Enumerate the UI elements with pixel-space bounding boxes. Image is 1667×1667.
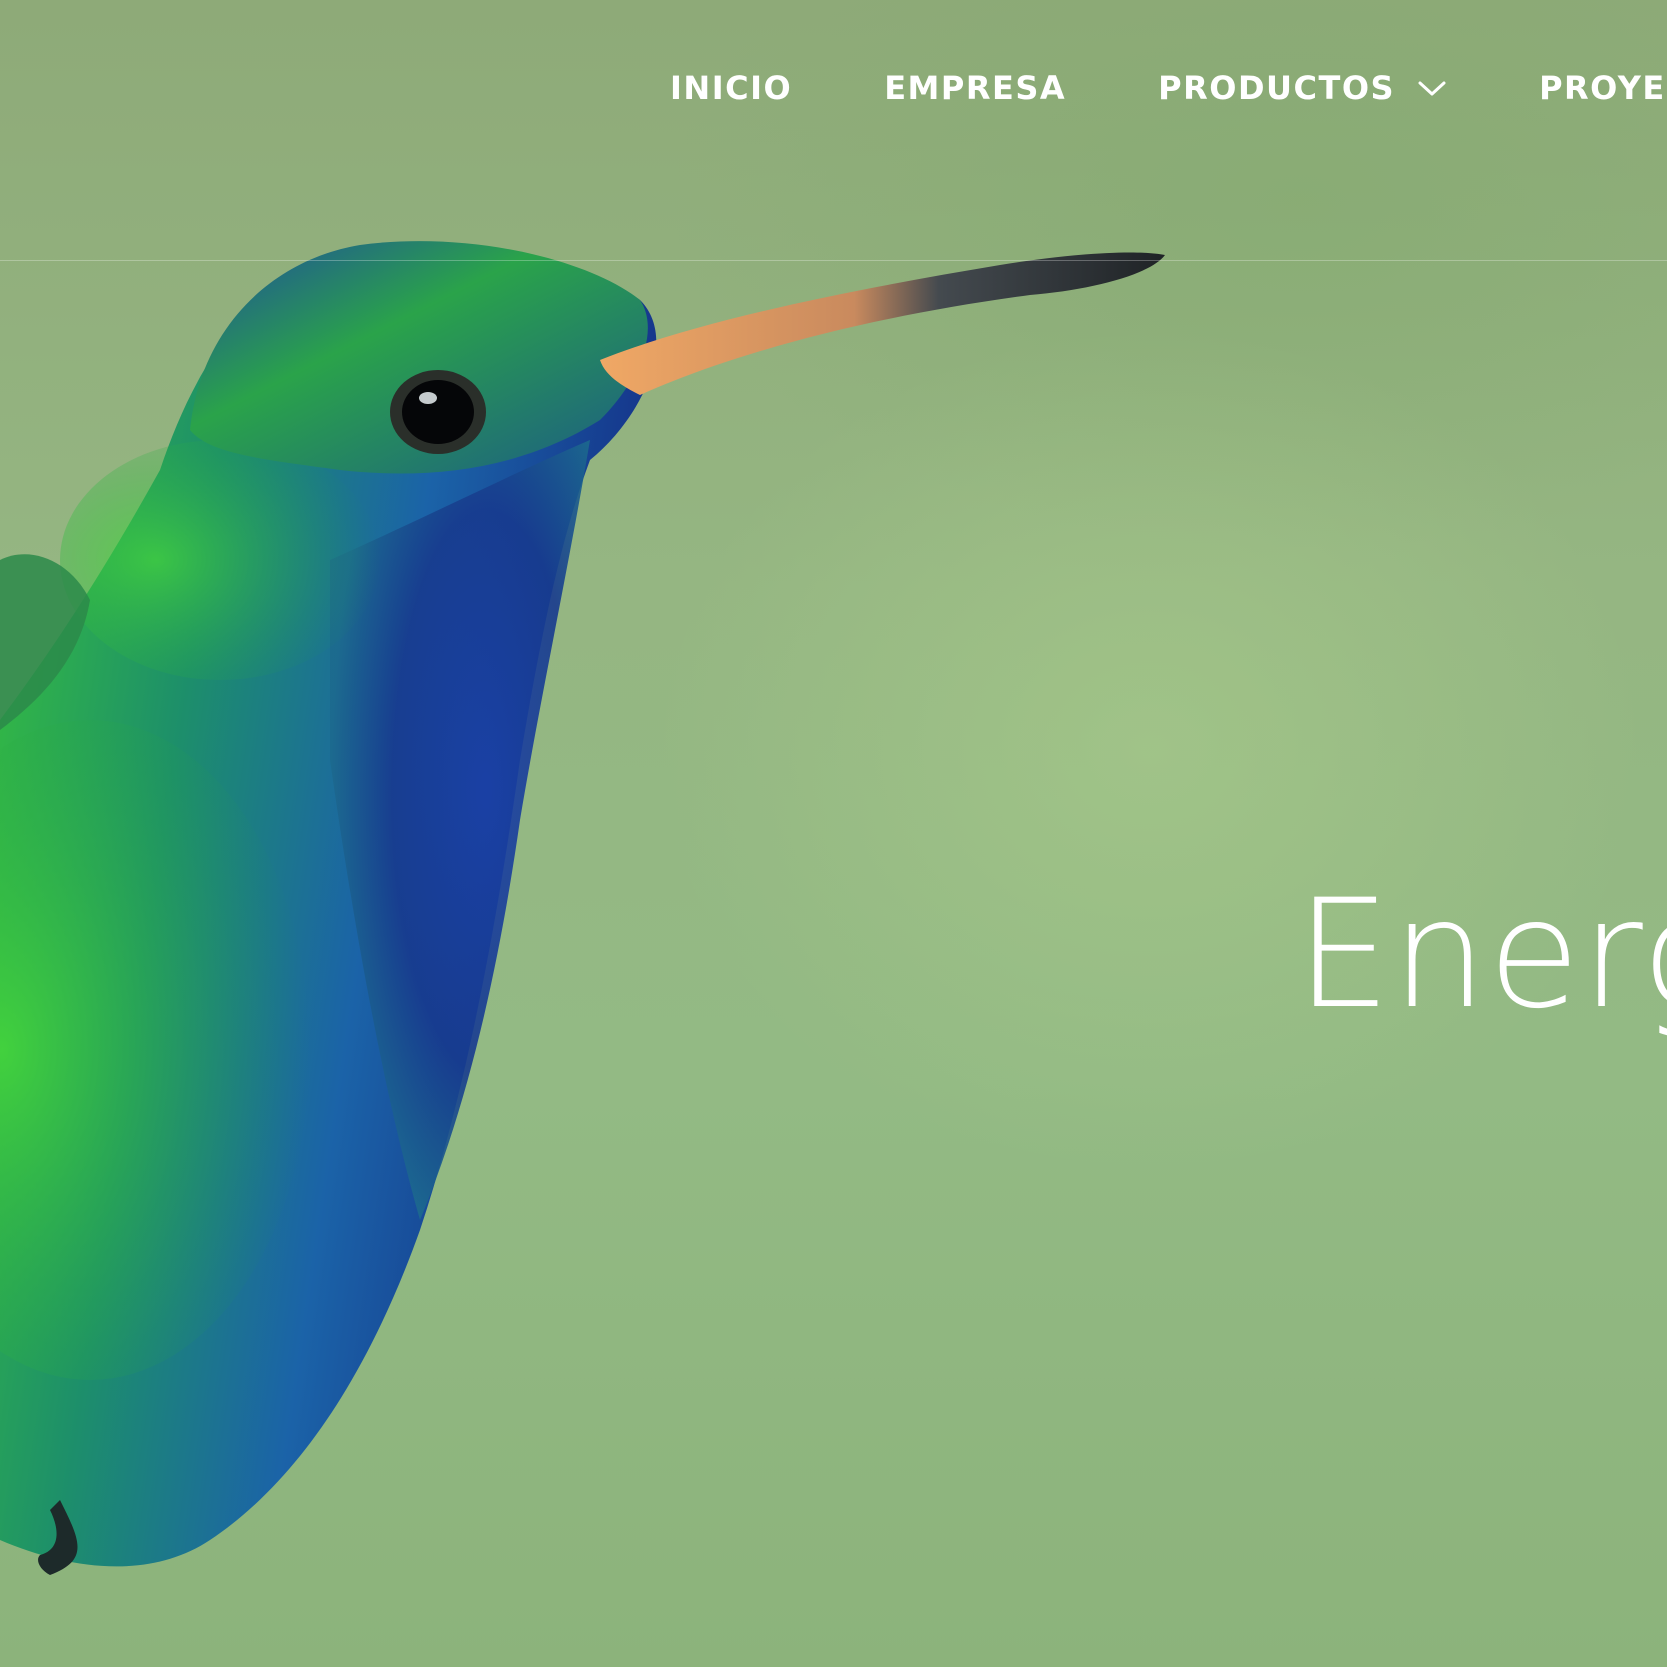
hero-headline: Energía xyxy=(1296,868,1667,1042)
nav-item-label: PRODUCTOS xyxy=(1158,69,1396,107)
nav-item-label: INICIO xyxy=(670,69,793,107)
nav-item-proyectos[interactable]: PROYECTOS xyxy=(1539,69,1667,107)
hero-section: INICIO EMPRESA PRODUCTOS PROYECTOS Energ… xyxy=(0,0,1667,1667)
nav-item-inicio[interactable]: INICIO xyxy=(670,69,792,107)
nav-item-productos[interactable]: PRODUCTOS xyxy=(1158,69,1447,107)
nav-item-label: PROYECTOS xyxy=(1539,69,1667,107)
chevron-down-icon xyxy=(1418,81,1446,96)
nav-item-label: EMPRESA xyxy=(884,69,1067,107)
nav-item-empresa[interactable]: EMPRESA xyxy=(884,69,1066,107)
header-divider xyxy=(0,260,1667,261)
hummingbird-image xyxy=(0,241,1165,1575)
main-nav: INICIO EMPRESA PRODUCTOS PROYECTOS xyxy=(670,66,1667,110)
